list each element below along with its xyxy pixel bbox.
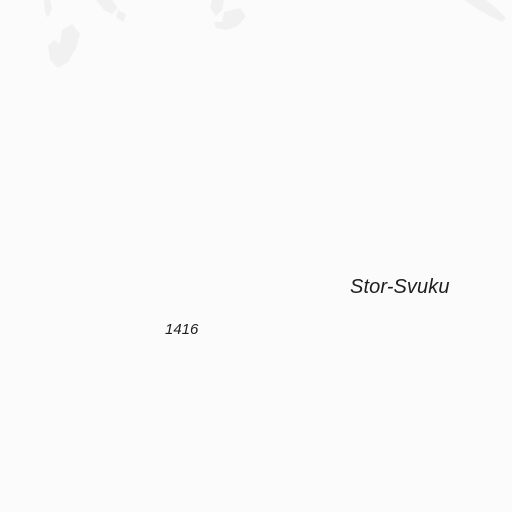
terrain-patch: [464, 0, 506, 22]
place-name-label: Stor-Svuku: [350, 276, 450, 298]
terrain-patch: [210, 0, 224, 16]
terrain-patch: [96, 0, 118, 14]
elevation-label: 1416: [165, 321, 199, 338]
terrain-patch: [48, 24, 80, 68]
terrain-patch: [116, 10, 126, 22]
terrain-shading: [44, 0, 506, 68]
terrain-patch: [44, 0, 52, 18]
map-canvas[interactable]: Stor-Svuku 1416: [0, 0, 512, 512]
